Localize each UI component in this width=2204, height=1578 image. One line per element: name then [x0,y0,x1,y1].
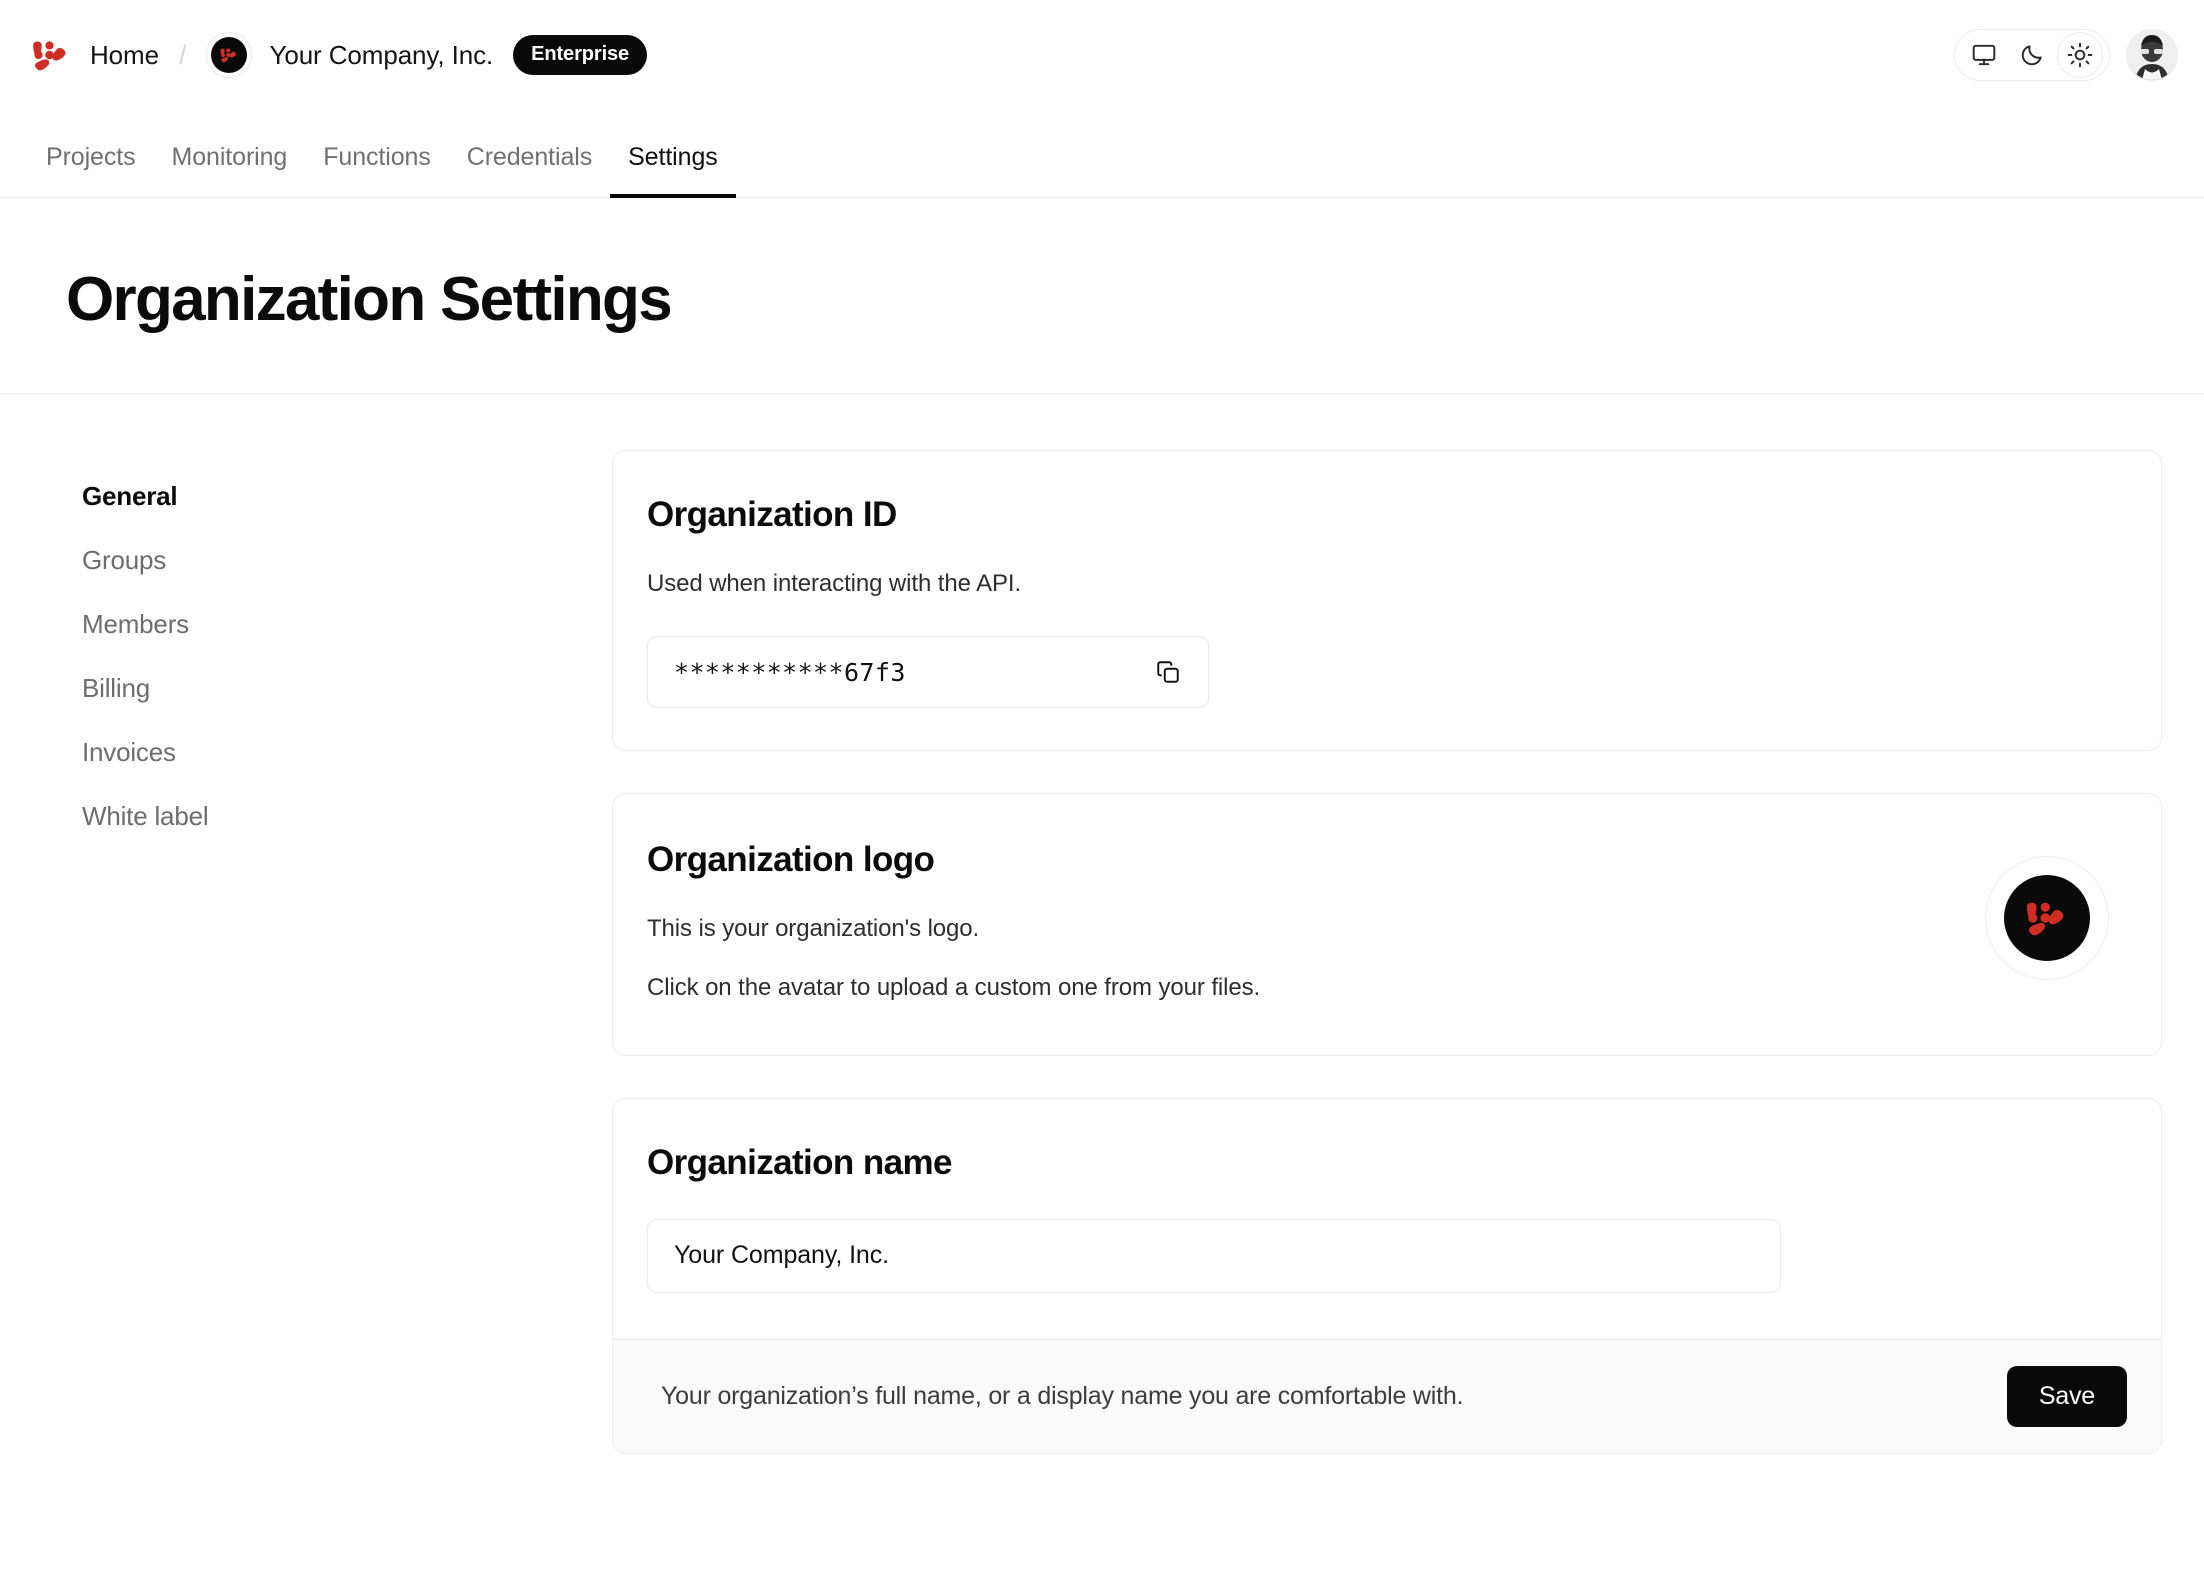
organization-logo-description-1: This is your organization's logo. [647,915,980,943]
system-monitor-icon[interactable] [1961,32,2007,78]
copy-icon[interactable] [1150,654,1186,690]
theme-switcher[interactable] [1954,29,2110,81]
organization-name-card: Organization name Your organization’s fu… [612,1097,2162,1454]
organization-id-title: Organization ID [647,495,897,534]
tab-projects[interactable]: Projects [28,143,154,198]
dotted-arrow-logo-icon[interactable] [28,32,74,78]
breadcrumb-organization[interactable]: Your Company, Inc. [206,32,493,78]
settings-body: General Groups Members Billing Invoices … [0,394,2204,1454]
organization-id-value: ***********67f3 [674,657,906,687]
sidebar-item-billing[interactable]: Billing [66,656,612,720]
organization-id-description: Used when interacting with the API. [647,570,1022,597]
settings-sidebar: General Groups Members Billing Invoices … [66,450,612,1454]
organization-id-card: Organization ID Used when interacting wi… [612,450,2162,752]
settings-content: Organization ID Used when interacting wi… [612,450,2162,1454]
page-header: Organization Settings [0,198,2204,394]
tab-settings[interactable]: Settings [610,143,736,198]
top-bar-actions [1954,29,2178,81]
tab-credentials[interactable]: Credentials [449,143,610,198]
organization-id-field[interactable]: ***********67f3 [647,636,1209,709]
organization-name-label[interactable]: Your Company, Inc. [269,40,493,71]
organization-logo-card: Organization logo This is your organizat… [612,793,2162,1056]
page-title: Organization Settings [66,265,673,334]
tab-functions[interactable]: Functions [305,143,449,198]
organization-name-card-footer: Your organization’s full name, or a disp… [613,1338,2161,1453]
sidebar-item-white-label[interactable]: White label [66,784,612,848]
breadcrumb: Home / Your Company, Inc. Enterprise [28,32,648,78]
organization-name-hint: Your organization’s full name, or a disp… [661,1381,1464,1410]
top-bar: Home / Your Company, Inc. Enterprise [0,0,2204,110]
moon-icon[interactable] [2009,32,2055,78]
organization-logo-texts: Organization logo This is your organizat… [647,838,1260,1006]
organization-name-title: Organization name [647,1142,952,1182]
user-avatar[interactable] [2126,29,2178,81]
organization-logo-title: Organization logo [647,840,935,880]
organization-logo-upload-avatar[interactable] [1985,856,2109,981]
breadcrumb-separator: / [178,39,187,70]
organization-name-input[interactable] [647,1218,1781,1293]
sidebar-item-members[interactable]: Members [66,592,612,656]
sidebar-item-invoices[interactable]: Invoices [66,720,612,784]
sidebar-item-general[interactable]: General [66,464,612,528]
organization-logo-description-2: Click on the avatar to upload a custom o… [647,974,1261,1002]
dotted-arrow-logo-icon [2004,875,2090,962]
plan-badge: Enterprise [513,35,648,75]
sidebar-item-groups[interactable]: Groups [66,528,612,592]
primary-nav-tabs: Projects Monitoring Functions Credential… [0,110,2204,198]
tab-monitoring[interactable]: Monitoring [154,143,306,198]
save-button[interactable]: Save [2006,1365,2127,1427]
organization-avatar[interactable] [206,32,253,78]
breadcrumb-home-link[interactable]: Home [90,40,159,71]
sun-icon[interactable] [2057,32,2103,78]
organization-avatar-inner [211,37,248,73]
